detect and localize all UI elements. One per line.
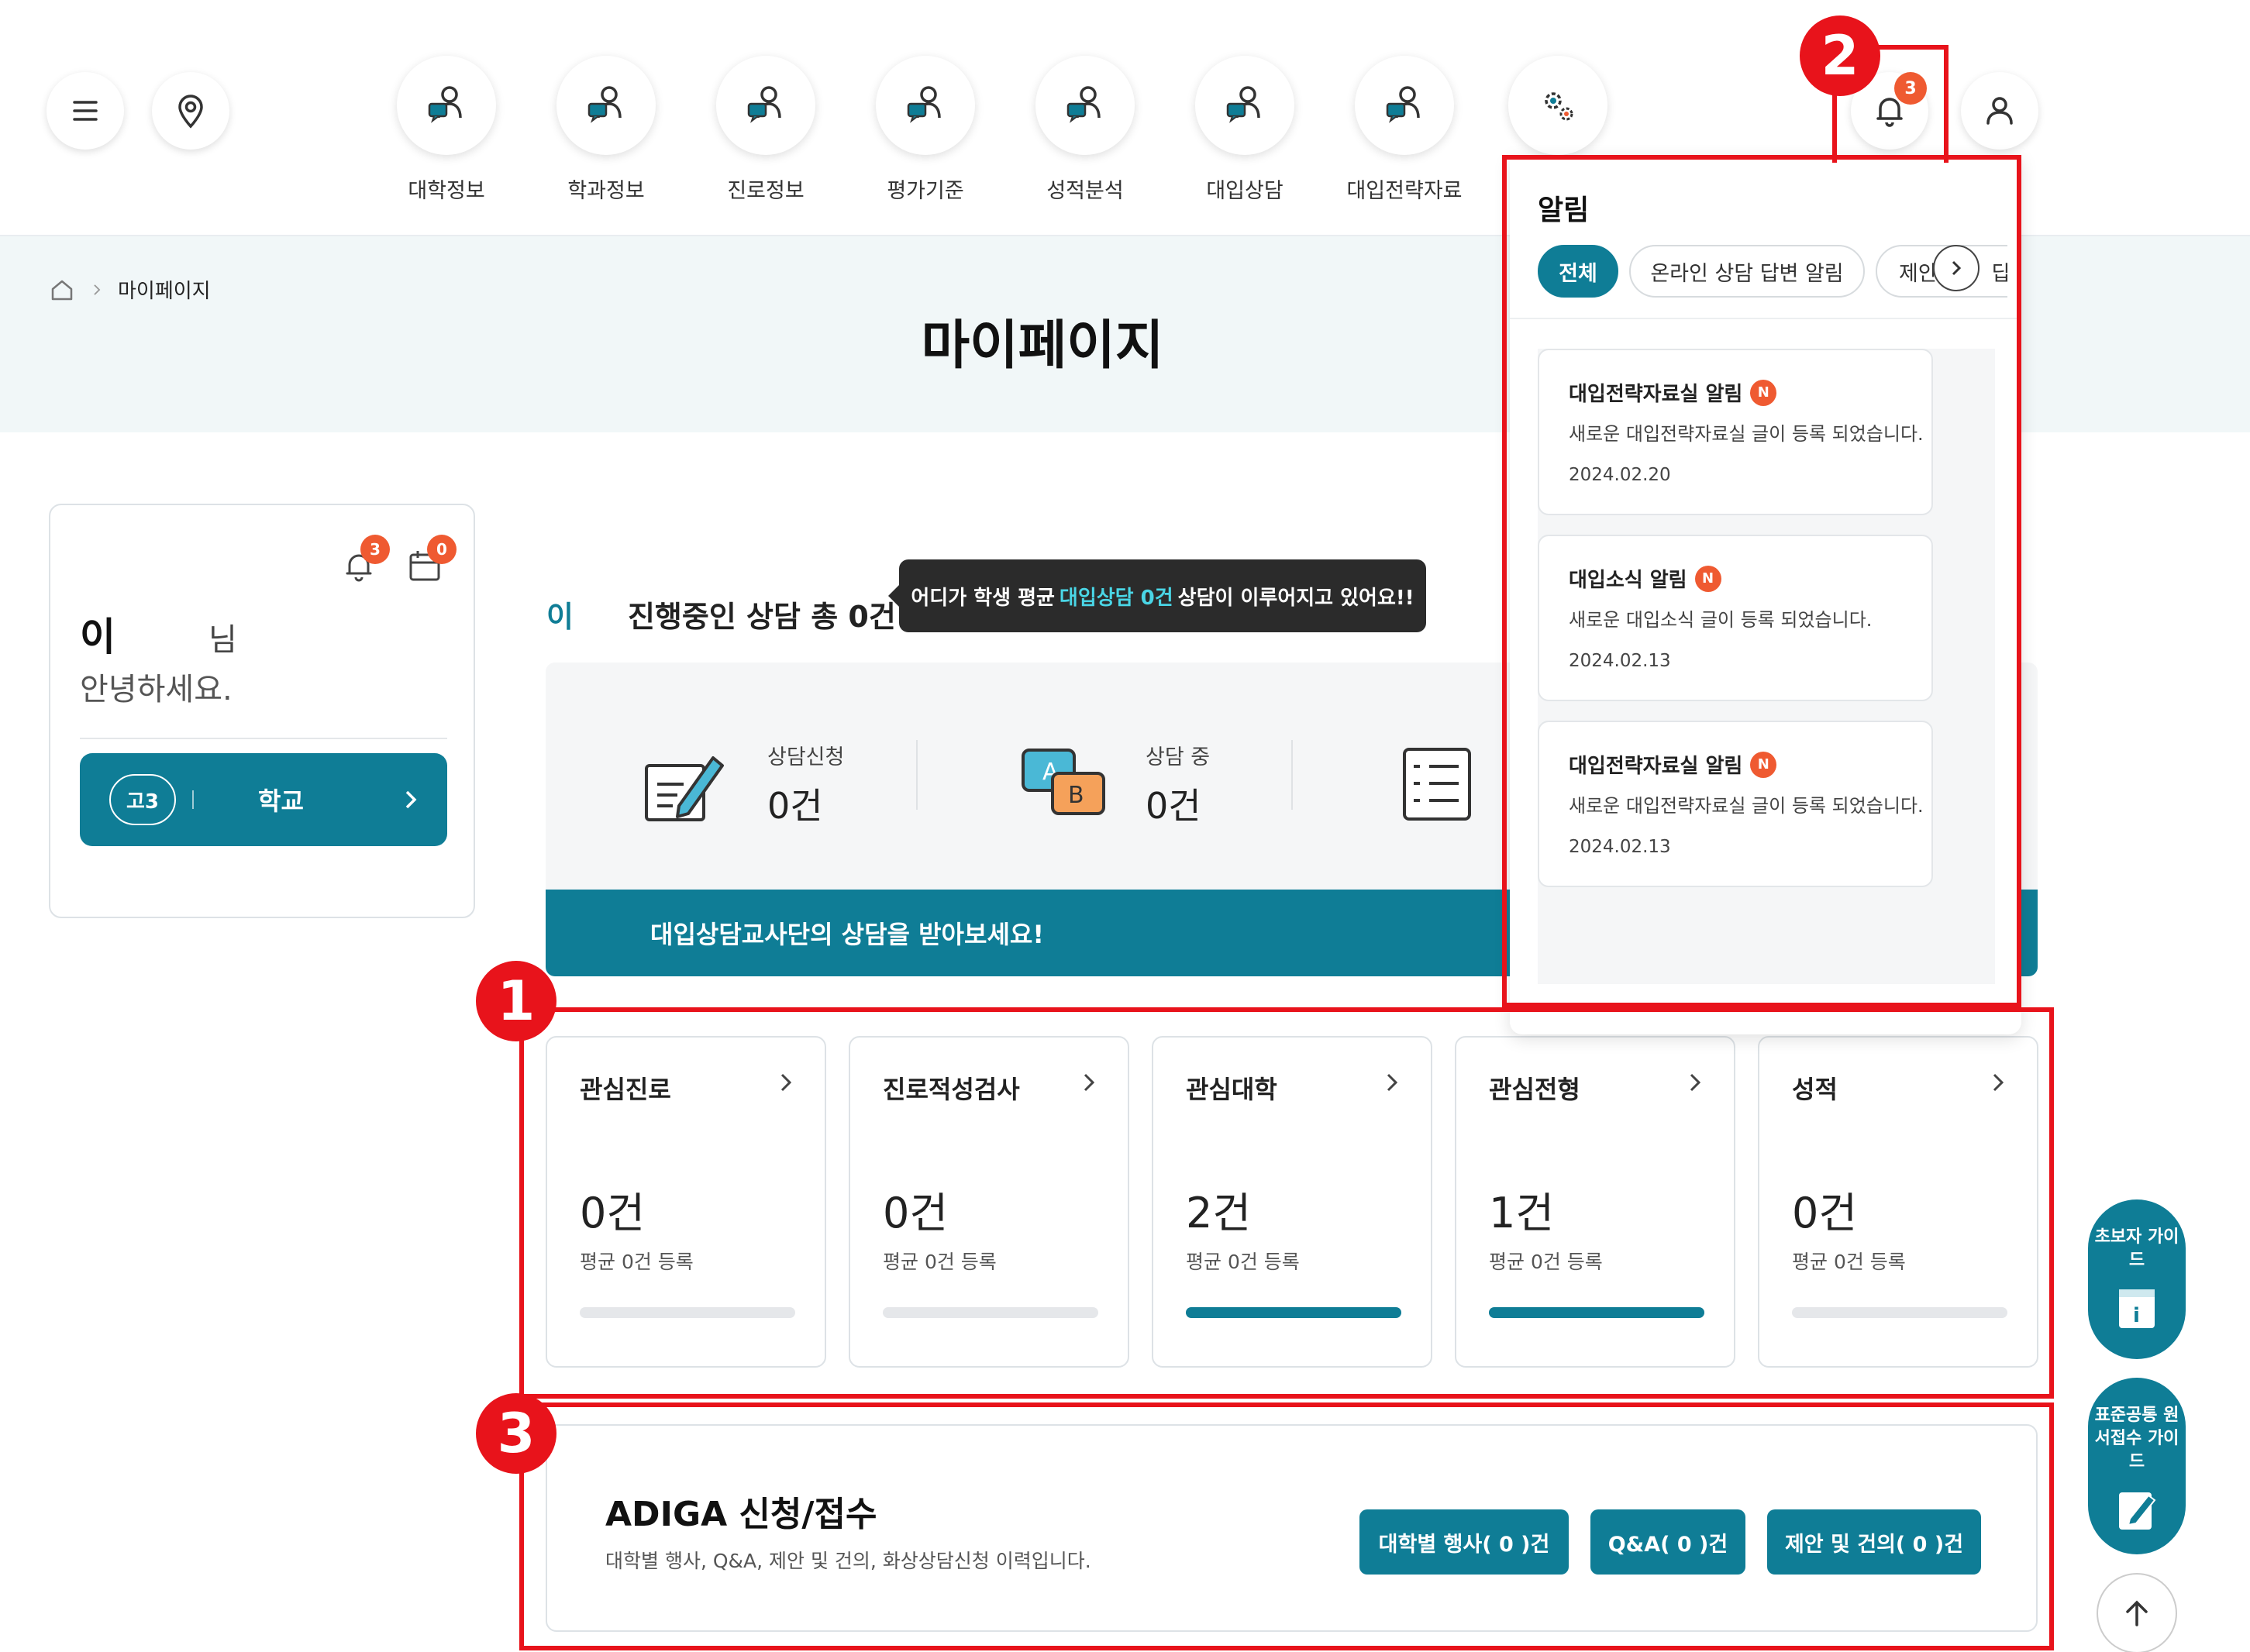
grade-badge: 고3 [109,774,176,825]
breadcrumb-current[interactable]: 마이페이지 [118,275,211,304]
chevron-right-icon [94,284,101,295]
nav-icon-circle [1195,56,1294,155]
greeting: 안녕하세요. [80,672,233,707]
counselor-icon [1386,86,1420,123]
stat-in-progress[interactable]: A B 상담 중 0건 [1017,740,1210,829]
stat-request[interactable]: 상담신청 0건 [639,740,844,829]
stat-in-progress-label: 상담 중 [1146,745,1211,769]
nav-label: 대입전략자료 [1346,179,1463,203]
nav-label: 학과정보 [567,179,645,203]
name-suffix: 님 [208,622,237,658]
nav-icon-circle [556,56,656,155]
stat-list[interactable] [1390,740,1483,825]
stat-request-value: 0건 [767,785,823,827]
annotation-box-adiga [519,1402,2054,1650]
profile-bell-badge: 3 [360,535,390,564]
counselor-icon [907,86,941,123]
annotation-number-2: 2 [1800,15,1880,96]
school-separator [192,790,194,809]
tooltip-highlight: 대입상담 0건 [1059,586,1173,610]
svg-text:B: B [1068,782,1084,809]
nav-label: 성적분석 [1046,179,1124,203]
hamburger-icon [73,101,98,121]
counsel-user-name: 이 [546,600,574,634]
stat-request-label: 상담신청 [767,745,845,769]
stat-separator [916,740,918,810]
stat-in-progress-value: 0건 [1146,785,1201,827]
checklist-icon [1403,748,1471,821]
tooltip-prefix: 어디가 학생 평균 [911,586,1055,610]
home-icon[interactable] [48,276,76,304]
scroll-top-button[interactable] [2097,1573,2177,1652]
location-button[interactable] [152,72,229,150]
calendar-badge: 0 [427,535,457,564]
nav-label: 평가기준 [887,179,964,203]
nav-item[interactable]: 성적분석 [1008,56,1163,204]
annotation-number-3: 3 [476,1393,556,1474]
beginner-guide-label: 초보자 가이드 [2094,1227,2179,1270]
standard-application-guide-button[interactable]: 표준공통 원서접수 가이드 [2088,1378,2186,1554]
nav-label: 대입상담 [1206,179,1283,203]
hamburger-menu-button[interactable] [47,72,124,150]
user-name-row: 이 님 [80,606,237,662]
pencil-note-icon [645,755,724,821]
counselor-icon [747,86,781,123]
user-name: 이 [80,614,115,659]
location-pin-icon [178,95,203,129]
arrow-up-icon [2126,1600,2148,1626]
stat-separator [1291,740,1293,810]
counsel-summary: 이 진행중인 상담 총 0건 [546,593,896,635]
counsel-total: 진행중인 상담 총 0건 [627,600,896,634]
nav-item[interactable]: 대입전략자료 [1327,56,1482,204]
guide-book-icon: i [2119,1289,2155,1328]
page-title: 마이페이지 [921,315,1164,377]
chevron-right-icon [405,790,417,809]
nav-icon-circle [876,56,975,155]
nav-item[interactable]: 대학정보 [369,56,524,204]
annotation-number-1: 1 [476,961,556,1041]
nav-icon-circle [1355,56,1454,155]
gears-icon [1545,92,1573,121]
profile-card: 3 0 이 님 안녕하세요. 고3 학교 [49,504,475,918]
nav-item[interactable]: 평가기준 [848,56,1003,204]
standard-application-guide-label: 표준공통 원서접수 가이드 [2094,1406,2179,1471]
school-button[interactable]: 고3 학교 [80,753,447,846]
annotation-box-cards [519,1007,2054,1399]
user-icon [1986,97,2013,125]
nav-icon-circle [1035,56,1135,155]
nav-icon-circle [716,56,815,155]
nav-label: 진로정보 [727,179,805,203]
nav-settings[interactable] [1480,56,1635,155]
school-name: 학교 [258,786,304,816]
profile-divider [80,738,447,739]
counselor-icon [1226,86,1260,123]
annotation-box-notifications [1502,155,2021,1007]
counselor-icon [428,86,462,123]
tooltip-suffix: 상담이 이루어지고 있어요!! [1177,586,1414,610]
svg-text:i: i [2133,1304,2140,1327]
edit-document-icon [2119,1492,2156,1530]
nav-item[interactable]: 진로정보 [688,56,843,204]
counselor-icon [587,86,622,123]
nav-label: 대학정보 [408,179,485,203]
user-profile-button[interactable] [1961,72,2038,150]
nav-item[interactable]: 학과정보 [529,56,684,204]
breadcrumb: 마이페이지 [48,275,211,304]
chat-bubbles-icon: A B [1022,748,1105,815]
nav-icon-circle [397,56,496,155]
beginner-guide-button[interactable]: 초보자 가이드 i [2088,1199,2186,1359]
counsel-tooltip: 어디가 학생 평균 대입상담 0건 상담이 이루어지고 있어요!! [888,559,1426,632]
nav-item[interactable]: 대입상담 [1167,56,1322,204]
counselor-icon [1066,86,1101,123]
